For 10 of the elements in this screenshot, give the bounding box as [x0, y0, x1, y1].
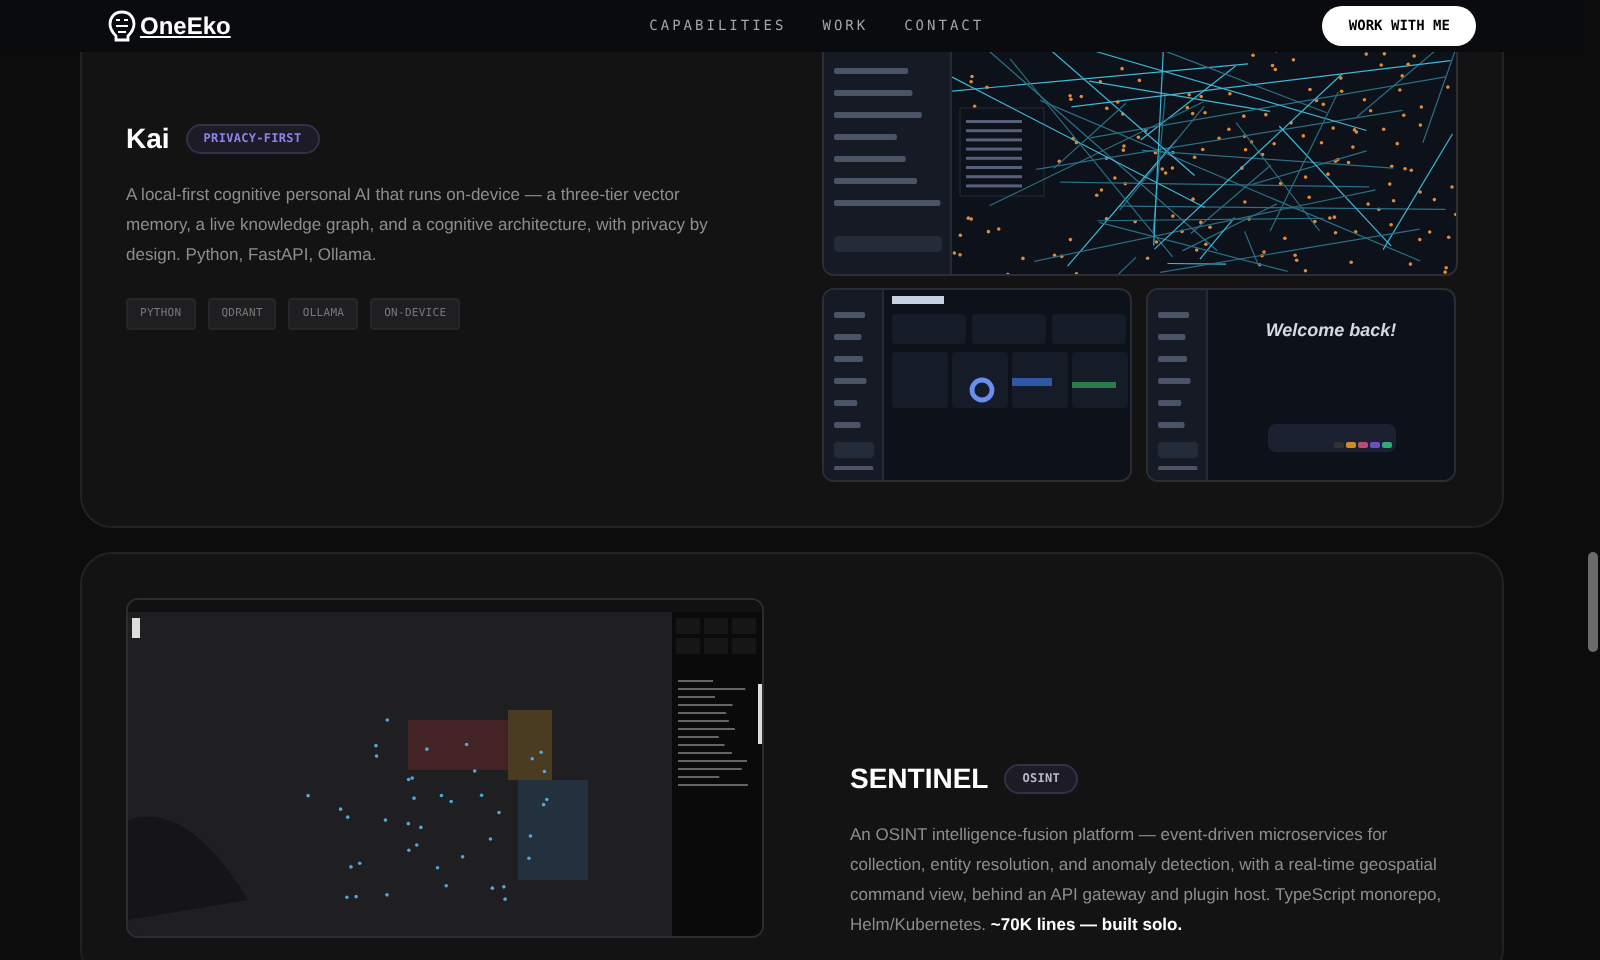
welcome-heading: Welcome back! [1265, 318, 1397, 344]
project-title: SENTINEL [850, 760, 989, 798]
brain-logo-icon [108, 10, 136, 42]
logo-link[interactable]: OneEko [140, 8, 231, 44]
project-title: Kai [126, 120, 170, 158]
legend-panel [959, 107, 1045, 197]
chat-input-field[interactable] [1267, 424, 1395, 452]
project-description: An OSINT intelligence-fusion platform — event-driven microservices for collection, entity resolution, and anomaly detection, with a real-time geospatial command view, behind an API gateway and plugin host. TypeScript monorepo, Helm/Kubernetes. ~70K lines — built solo. [850, 822, 1444, 938]
project-description: A local-first cognitive personal AI that runs on-device — a three-tier vector memory, a live knowledge graph, and a cognitive architecture, with privacy by design. Python, FastAPI, Ollama. [126, 182, 710, 268]
scrollbar-thumb[interactable] [1588, 552, 1598, 652]
